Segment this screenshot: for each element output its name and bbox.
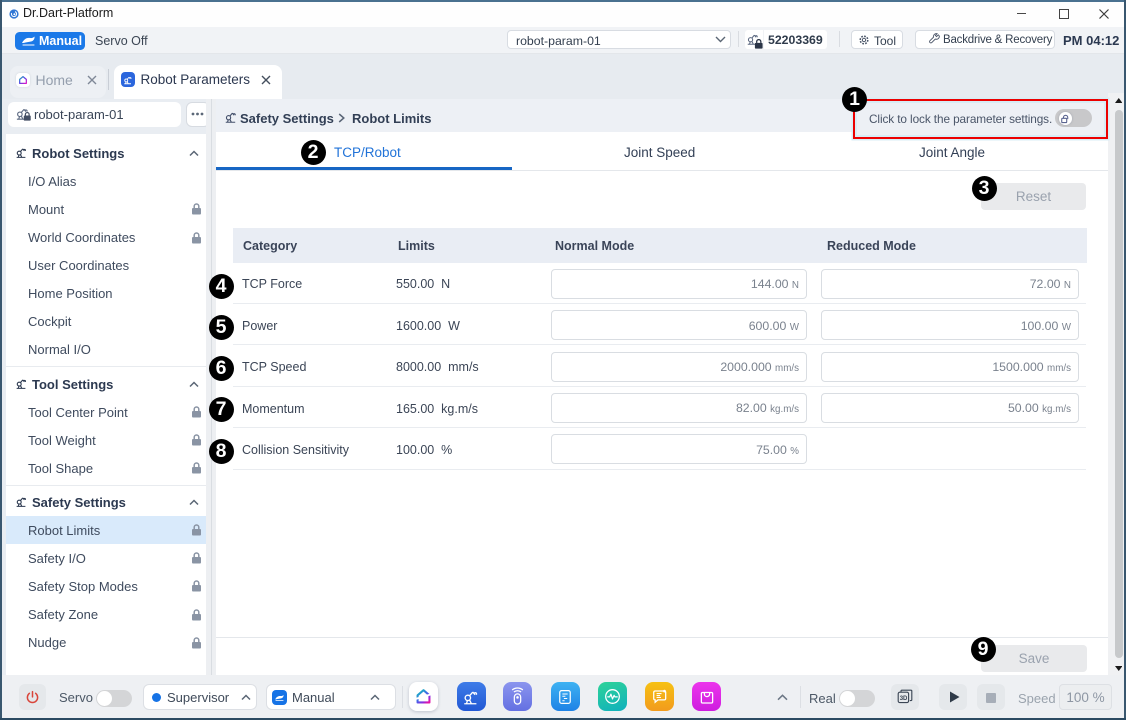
svg-text:3D: 3D: [900, 696, 908, 702]
